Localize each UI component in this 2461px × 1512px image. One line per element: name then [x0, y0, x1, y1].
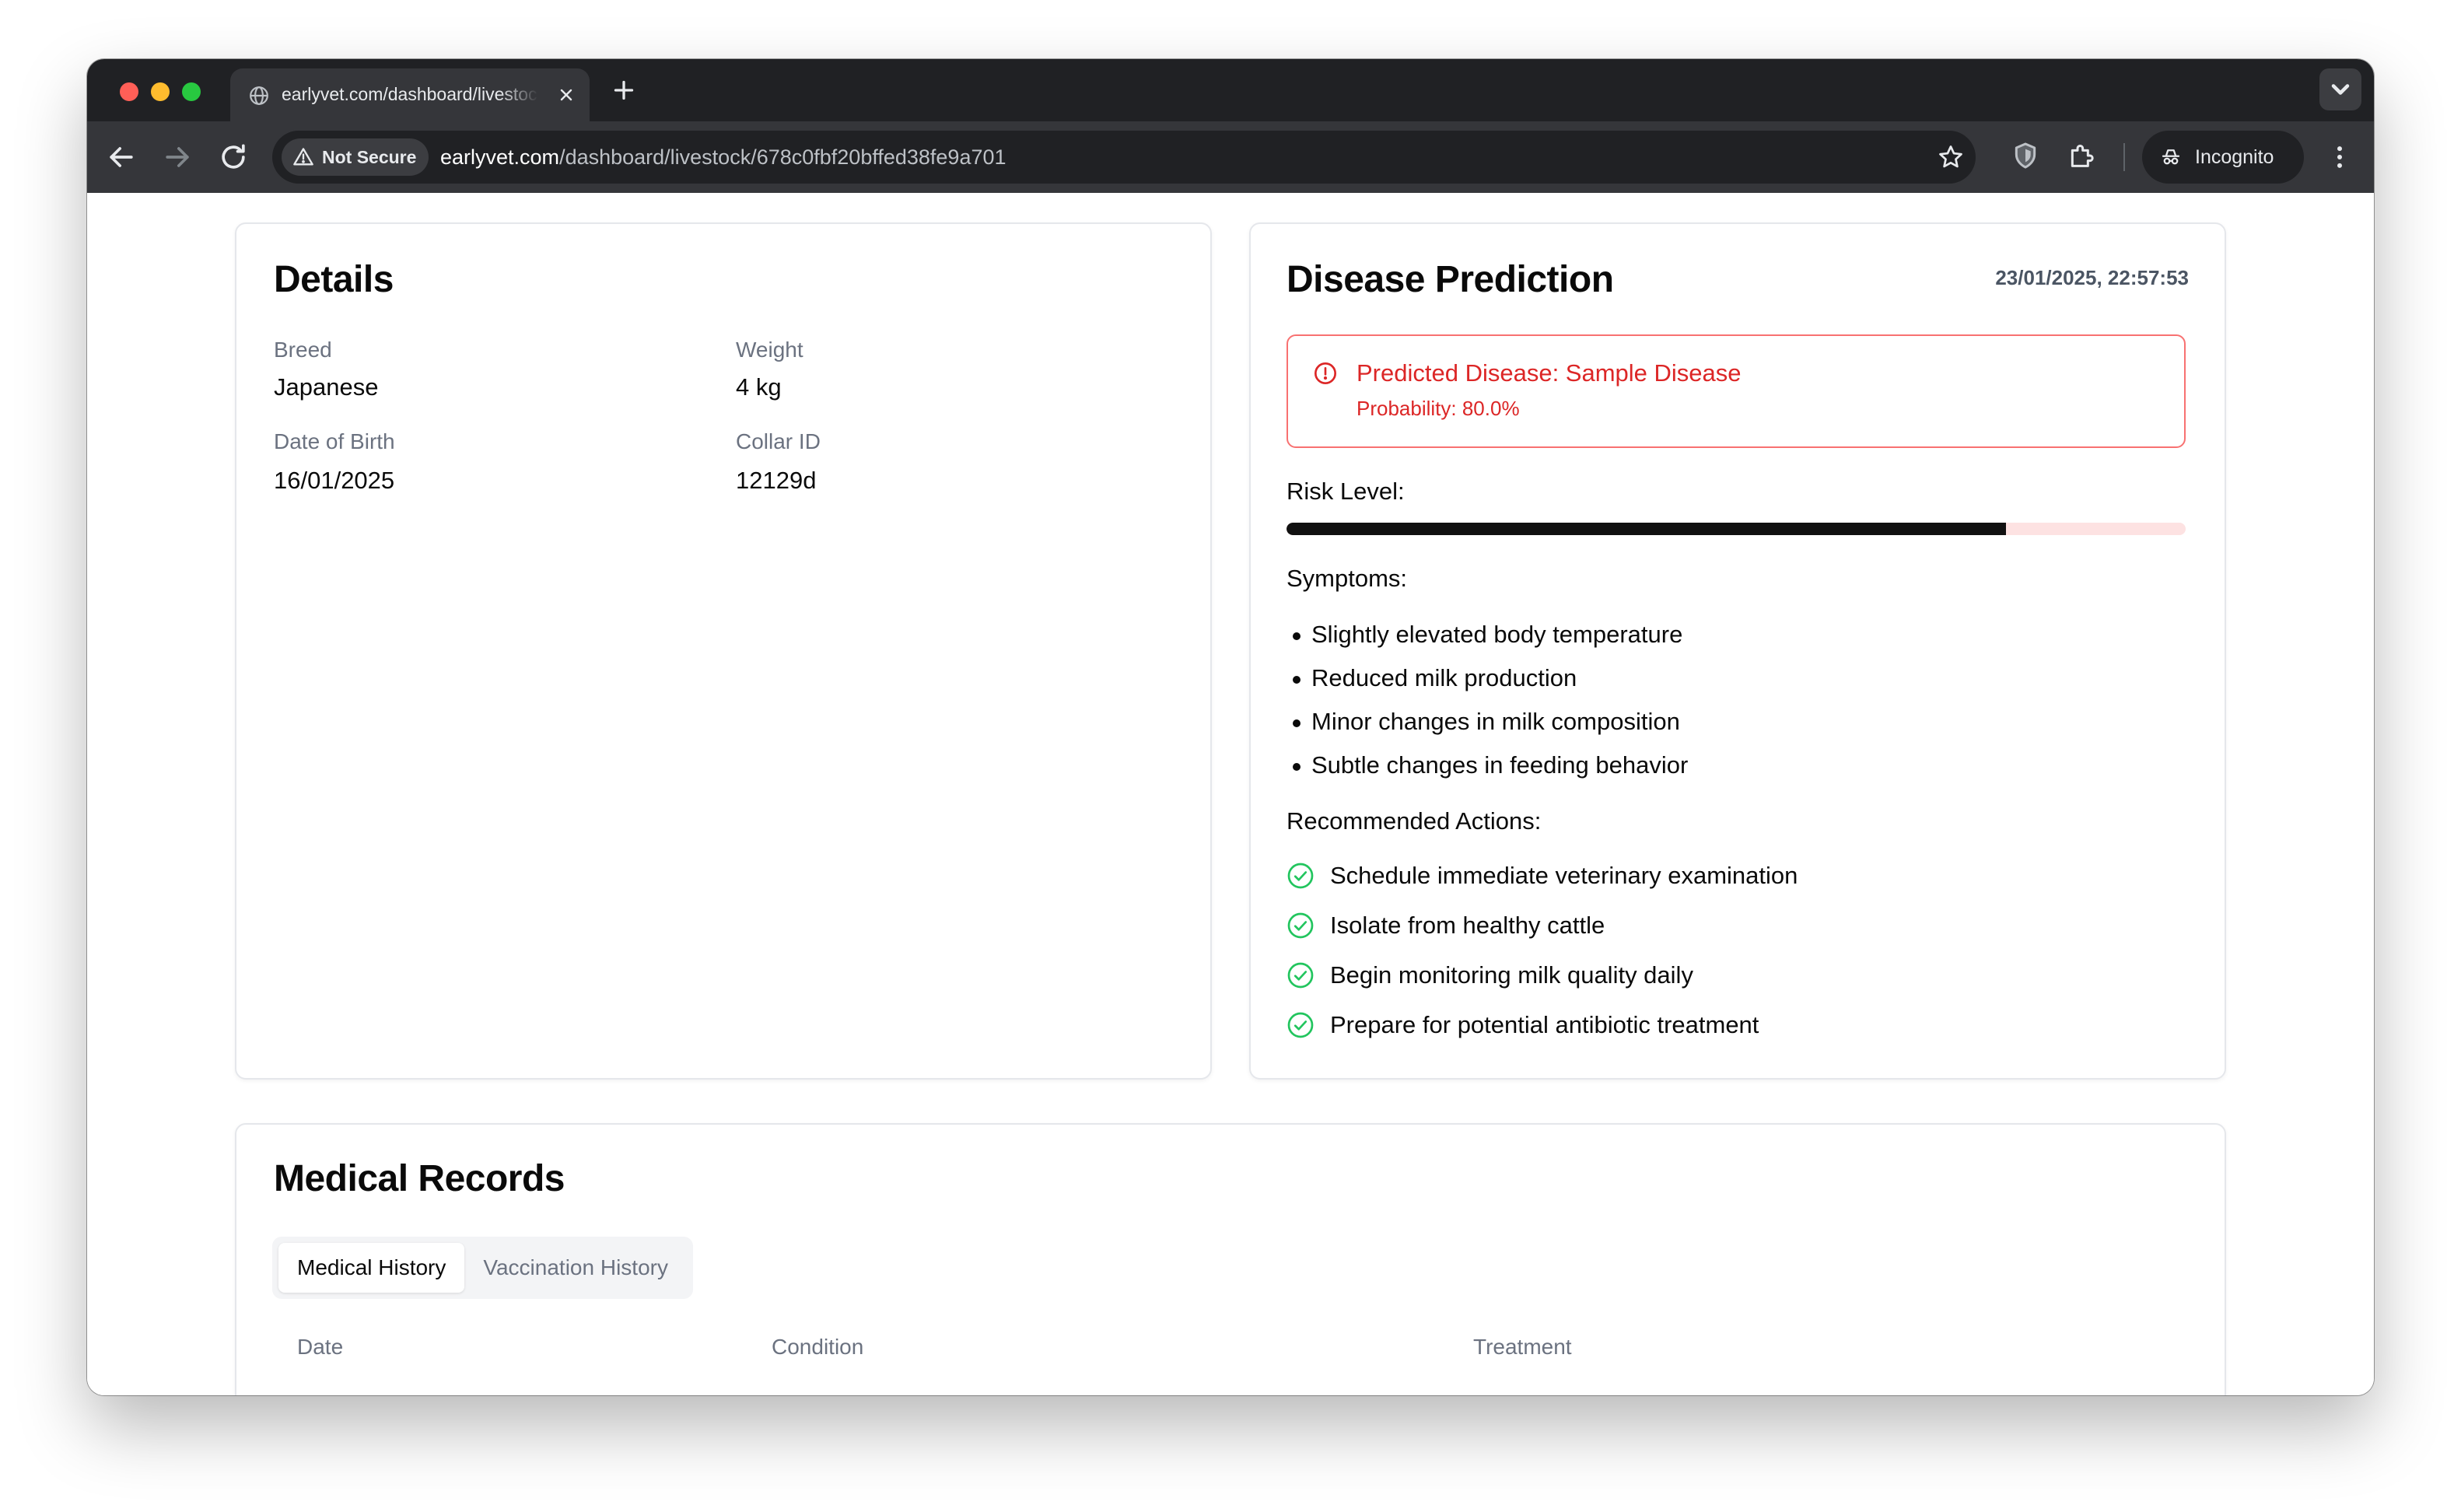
predicted-disease: Predicted Disease: Sample Disease [1357, 359, 1742, 387]
weight-value: 4 kg [736, 373, 782, 401]
check-circle-icon [1287, 912, 1314, 939]
close-icon[interactable] [557, 86, 576, 104]
action-item: Schedule immediate veterinary examinatio… [1287, 860, 1798, 910]
prediction-timestamp: 23/01/2025, 22:57:53 [1995, 266, 2189, 289]
breed-value: Japanese [274, 373, 379, 401]
column-header-date[interactable]: Date [297, 1335, 343, 1360]
tab-medical-history[interactable]: Medical History [278, 1243, 465, 1293]
url-text[interactable]: earlyvet.com/dashboard/livestock/678c0fb… [440, 145, 1006, 170]
risk-level-fill [1287, 523, 2006, 535]
browser-toolbar: Not Secure earlyvet.com/dashboard/livest… [87, 121, 2374, 193]
symptom-item: Slightly elevated body temperature [1287, 619, 1688, 663]
medical-records-title: Medical Records [274, 1158, 565, 1199]
dob-label: Date of Birth [274, 429, 395, 453]
address-bar[interactable]: Not Secure earlyvet.com/dashboard/livest… [272, 131, 1976, 184]
action-text: Schedule immediate veterinary examinatio… [1330, 862, 1798, 889]
weight-label: Weight [736, 338, 803, 362]
globe-icon [250, 86, 268, 105]
dob-value: 16/01/2025 [274, 467, 395, 494]
check-circle-icon [1287, 1012, 1314, 1038]
tab-title: earlyvet.com/dashboard/livestock/678c0fb… [282, 84, 538, 105]
url-host: earlyvet.com [440, 145, 560, 169]
action-text: Isolate from healthy cattle [1330, 912, 1605, 939]
bullet-dot [1293, 676, 1301, 684]
action-item: Prepare for potential antibiotic treatme… [1287, 1010, 1798, 1059]
incognito-label: Incognito [2195, 145, 2274, 168]
symptoms-list: Slightly elevated body temperature Reduc… [1287, 619, 1688, 793]
details-card: Details Breed Japanese Weight 4 kg Date … [235, 222, 1212, 1080]
action-item: Isolate from healthy cattle [1287, 910, 1798, 960]
minimize-window-button[interactable] [151, 82, 170, 101]
reload-icon[interactable] [216, 140, 250, 174]
puzzle-icon[interactable] [2066, 138, 2097, 173]
action-item: Begin monitoring milk quality daily [1287, 960, 1798, 1010]
check-circle-icon [1287, 863, 1314, 889]
symptom-text: Minor changes in milk composition [1311, 708, 1680, 735]
kebab-menu-icon[interactable] [2324, 140, 2355, 174]
prediction-title: Disease Prediction [1287, 259, 1614, 300]
collar-value: 12129d [736, 467, 817, 494]
page-content: Details Breed Japanese Weight 4 kg Date … [87, 193, 2374, 1395]
column-header-treatment[interactable]: Treatment [1473, 1335, 1572, 1360]
maximize-window-button[interactable] [182, 82, 201, 101]
security-label: Not Secure [322, 146, 417, 167]
chevron-down-icon [2331, 84, 2350, 95]
recommended-actions-list: Schedule immediate veterinary examinatio… [1287, 860, 1798, 1059]
security-chip[interactable]: Not Secure [282, 138, 429, 176]
shield-icon[interactable] [2010, 138, 2041, 173]
symptom-item: Subtle changes in feeding behavior [1287, 750, 1688, 793]
symptom-item: Minor changes in milk composition [1287, 706, 1688, 750]
forward-icon[interactable] [160, 140, 194, 174]
browser-tab[interactable]: earlyvet.com/dashboard/livestock/678c0fb… [230, 68, 590, 121]
tab-bar: earlyvet.com/dashboard/livestock/678c0fb… [87, 59, 2374, 121]
symptoms-label: Symptoms: [1287, 565, 1408, 592]
risk-level-label: Risk Level: [1287, 478, 1405, 505]
action-text: Prepare for potential antibiotic treatme… [1330, 1011, 1759, 1038]
disease-prediction-card: Disease Prediction 23/01/2025, 22:57:53 … [1249, 222, 2226, 1080]
screen: earlyvet.com/dashboard/livestock/678c0fb… [0, 0, 2461, 1512]
incognito-icon [2162, 149, 2180, 165]
back-icon[interactable] [104, 140, 138, 174]
bullet-dot [1293, 763, 1301, 771]
breed-label: Breed [274, 338, 332, 362]
warning-icon [293, 148, 313, 166]
alert-circle-icon [1315, 362, 1336, 384]
star-icon[interactable] [1937, 143, 1965, 171]
prediction-probability: Probability: 80.0% [1357, 397, 1520, 420]
symptom-text: Subtle changes in feeding behavior [1311, 751, 1689, 779]
recommended-actions-label: Recommended Actions: [1287, 807, 1542, 835]
symptom-text: Reduced milk production [1311, 664, 1577, 691]
prediction-alert: Predicted Disease: Sample Disease Probab… [1287, 334, 2186, 448]
incognito-badge[interactable]: Incognito [2142, 131, 2304, 184]
symptom-text: Slightly elevated body temperature [1311, 621, 1683, 648]
plus-icon[interactable] [610, 76, 638, 104]
close-window-button[interactable] [120, 82, 138, 101]
symptom-item: Reduced milk production [1287, 663, 1688, 706]
column-header-condition[interactable]: Condition [772, 1335, 863, 1360]
risk-level-bar [1287, 523, 2186, 535]
browser-window: earlyvet.com/dashboard/livestock/678c0fb… [87, 59, 2374, 1395]
tab-vaccination-history[interactable]: Vaccination History [464, 1243, 687, 1293]
medical-records-card: Medical Records Medical History Vaccinat… [235, 1123, 2226, 1395]
details-title: Details [274, 259, 394, 300]
records-tabs: Medical History Vaccination History [272, 1237, 693, 1299]
bullet-dot [1293, 632, 1301, 640]
tab-search-button[interactable] [2319, 68, 2361, 110]
bullet-dot [1293, 719, 1301, 727]
url-path: /dashboard/livestock/678c0fbf20bffed38fe… [559, 145, 1006, 169]
check-circle-icon [1287, 962, 1314, 989]
action-text: Begin monitoring milk quality daily [1330, 961, 1693, 989]
toolbar-divider [2123, 143, 2125, 171]
collar-label: Collar ID [736, 429, 821, 453]
